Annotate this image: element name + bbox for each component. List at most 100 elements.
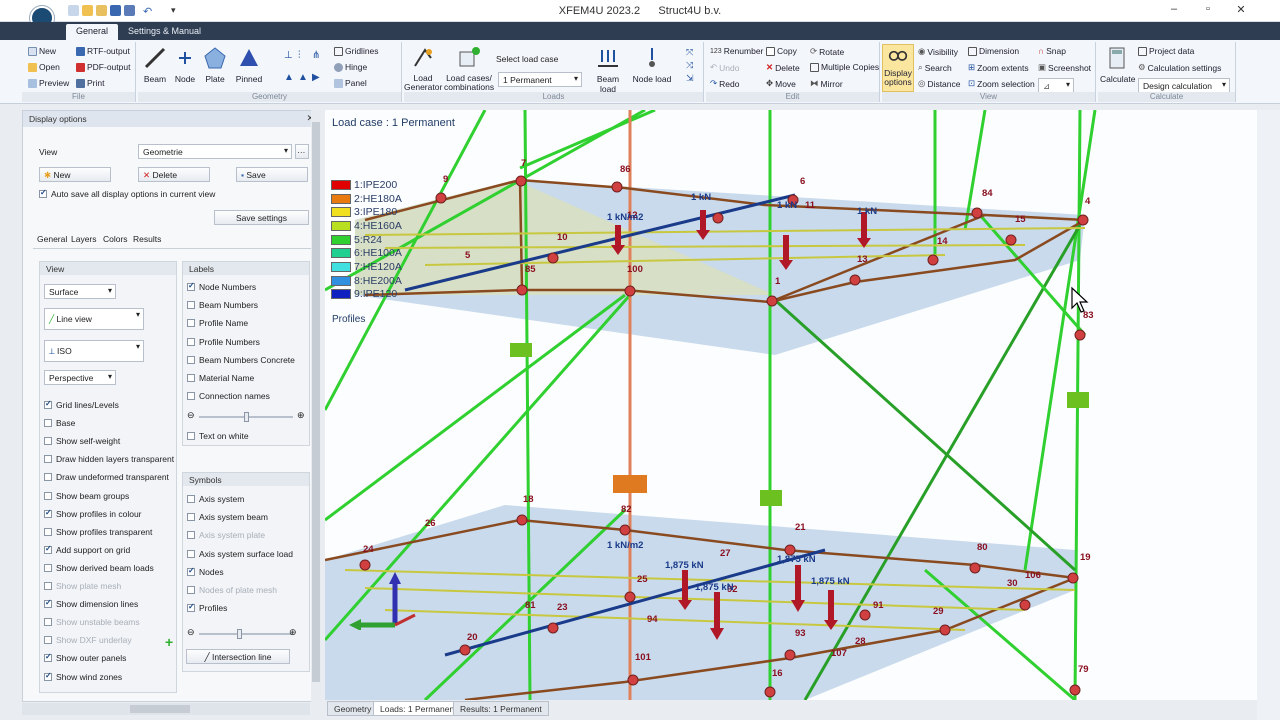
surface-select[interactable]: Surface xyxy=(44,284,116,299)
option-checkbox[interactable]: Node Numbers xyxy=(187,281,256,292)
minimize-icon[interactable]: – xyxy=(1164,3,1184,15)
option-checkbox[interactable]: Profile Name xyxy=(187,318,248,328)
checkbox-box[interactable] xyxy=(187,374,195,382)
snap-type-select[interactable]: ⊿ xyxy=(1038,78,1074,93)
slider-plus-icon[interactable]: ⊕ xyxy=(297,410,305,421)
rtf-output-button[interactable]: RTF-output xyxy=(76,46,130,56)
checkbox-box[interactable] xyxy=(44,671,52,681)
dimension-button[interactable]: Dimension xyxy=(968,46,1019,56)
undo-button[interactable]: ↶ Undo xyxy=(710,62,739,73)
screenshot-button[interactable]: ▣ Screenshot xyxy=(1038,62,1091,73)
gridlines-button[interactable]: Gridlines xyxy=(334,46,379,56)
delete-button[interactable]: ✕ Delete xyxy=(766,62,800,73)
node-button[interactable]: Node xyxy=(172,46,198,84)
text-on-white-checkbox[interactable]: Text on white xyxy=(187,431,249,441)
tab-results[interactable]: Results: 1 Permanent xyxy=(453,701,549,716)
checkbox-box[interactable] xyxy=(44,527,52,536)
rotate-button[interactable]: ⟳ Rotate xyxy=(810,46,844,57)
perspective-select[interactable]: Perspective xyxy=(44,370,116,385)
model-viewport[interactable]: 9 7 86 6 11 84 4 15 12 10 5 85 100 1 13 14 83 26 18 82 21 24 2… xyxy=(325,110,1257,700)
checkbox-box[interactable] xyxy=(44,455,52,464)
symbol-size-slider[interactable]: ⊖ ⊕ xyxy=(187,627,305,639)
option-checkbox[interactable]: Axis system beam xyxy=(187,512,268,522)
checkbox-box[interactable] xyxy=(44,491,52,500)
slider-minus-icon[interactable]: ⊖ xyxy=(187,410,195,421)
line-view-select[interactable]: ╱ Line view xyxy=(44,308,144,330)
plate-button[interactable]: Plate xyxy=(202,46,228,84)
zoom-extents-button[interactable]: ⊞ Zoom extents xyxy=(968,62,1029,73)
checkbox-box[interactable] xyxy=(187,602,195,613)
copy-button[interactable]: Copy xyxy=(766,46,797,56)
load-case-select[interactable]: 1 Permanent xyxy=(498,72,582,87)
option-checkbox[interactable]: Show profiles transparent xyxy=(44,527,152,537)
checkbox-box[interactable] xyxy=(44,598,52,609)
add-plus-icon[interactable]: + xyxy=(165,634,173,650)
option-checkbox[interactable]: Show wind zones xyxy=(44,671,122,682)
multiple-copies-button[interactable]: Multiple Copies xyxy=(810,62,879,72)
checkbox-box[interactable] xyxy=(187,392,195,401)
subtab-colors[interactable]: Colors xyxy=(103,234,128,244)
option-checkbox[interactable]: Grid lines/Levels xyxy=(44,399,119,410)
tab-settings-manual[interactable]: Settings & Manual xyxy=(118,24,211,40)
support-rotation-icon[interactable]: ⋔ xyxy=(312,50,320,61)
panel-new-button[interactable]: ✱ New xyxy=(39,167,111,182)
move-button[interactable]: ✥ Move xyxy=(766,78,796,89)
pdf-output-button[interactable]: PDF-output xyxy=(76,62,130,72)
option-checkbox[interactable]: Show self-weight xyxy=(44,436,120,446)
checkbox-box[interactable] xyxy=(44,437,52,446)
checkbox-box[interactable] xyxy=(187,281,195,291)
option-checkbox[interactable]: Draw hidden layers transparent xyxy=(44,454,174,464)
panel-vertical-scrollbar[interactable] xyxy=(311,110,321,702)
support-roller2-icon[interactable]: ▲ xyxy=(298,72,308,83)
panel-button[interactable]: Panel xyxy=(334,78,367,88)
support-wall-icon[interactable]: ▶ xyxy=(312,72,320,83)
option-checkbox[interactable]: Profiles xyxy=(187,602,227,613)
slider-thumb[interactable] xyxy=(244,412,249,422)
checkbox-box[interactable] xyxy=(187,337,195,346)
new-button[interactable]: New xyxy=(28,46,56,56)
option-checkbox[interactable]: Nodes xyxy=(187,566,224,577)
hinge-button[interactable]: Hinge xyxy=(334,62,367,72)
option-checkbox[interactable]: Connection names xyxy=(187,391,270,401)
support-roller-icon[interactable]: ▲ xyxy=(284,72,294,83)
checkbox-box[interactable] xyxy=(187,319,195,328)
beam-load-button[interactable]: Beam load xyxy=(588,46,628,94)
load-cases-button[interactable]: Load cases/ combinations xyxy=(444,46,494,92)
option-checkbox[interactable]: Show outer panels xyxy=(44,652,126,663)
checkbox-box[interactable] xyxy=(187,355,195,364)
subtab-results[interactable]: Results xyxy=(133,234,161,244)
tab-loads[interactable]: Loads: 1 Permanent xyxy=(373,701,464,716)
iso-select[interactable]: ⟂ ISO xyxy=(44,340,144,362)
close-icon[interactable]: ✕ xyxy=(1231,3,1251,16)
slider-minus-icon[interactable]: ⊖ xyxy=(187,627,195,638)
checkbox-box[interactable] xyxy=(44,563,52,572)
option-checkbox[interactable]: Show derived beam loads xyxy=(44,563,154,573)
option-checkbox[interactable]: Add support on grid xyxy=(44,544,130,555)
load-generator-button[interactable]: Load Generator xyxy=(404,46,442,92)
mirror-button[interactable]: ⧓ Mirror xyxy=(810,78,843,89)
slider-thumb[interactable] xyxy=(237,629,242,639)
preview-button[interactable]: Preview xyxy=(28,78,69,88)
structure-3d-model[interactable] xyxy=(325,110,1257,700)
checkbox-box[interactable] xyxy=(44,652,52,663)
label-size-slider[interactable]: ⊖ ⊕ xyxy=(187,410,305,422)
checkbox-box[interactable] xyxy=(187,301,195,310)
display-options-button[interactable]: Display options xyxy=(882,44,914,92)
checkbox-box[interactable] xyxy=(187,513,195,522)
renumber-button[interactable]: 123 Renumber xyxy=(710,46,763,56)
checkbox-box[interactable] xyxy=(187,566,195,576)
calculation-settings-button[interactable]: ⚙ Calculation settings xyxy=(1138,62,1221,73)
panel-save-button[interactable]: ▪ Save xyxy=(236,167,308,182)
checkbox-box[interactable] xyxy=(187,495,195,503)
option-checkbox[interactable]: Profile Numbers xyxy=(187,337,260,347)
option-checkbox[interactable]: Show beam groups xyxy=(44,491,129,501)
checkbox-box[interactable] xyxy=(44,508,52,518)
autosave-checkbox[interactable]: Auto save all display options in current… xyxy=(39,188,215,199)
panel-horizontal-scrollbar[interactable] xyxy=(22,703,310,715)
open-button[interactable]: Open xyxy=(28,62,60,72)
checkbox-box[interactable] xyxy=(44,544,52,554)
support-spring-icon[interactable]: ⫶ xyxy=(298,50,301,61)
checkbox-box[interactable] xyxy=(187,549,195,558)
calculation-type-select[interactable]: Design calculation xyxy=(1138,78,1230,93)
view-select[interactable]: Geometrie xyxy=(138,144,292,159)
